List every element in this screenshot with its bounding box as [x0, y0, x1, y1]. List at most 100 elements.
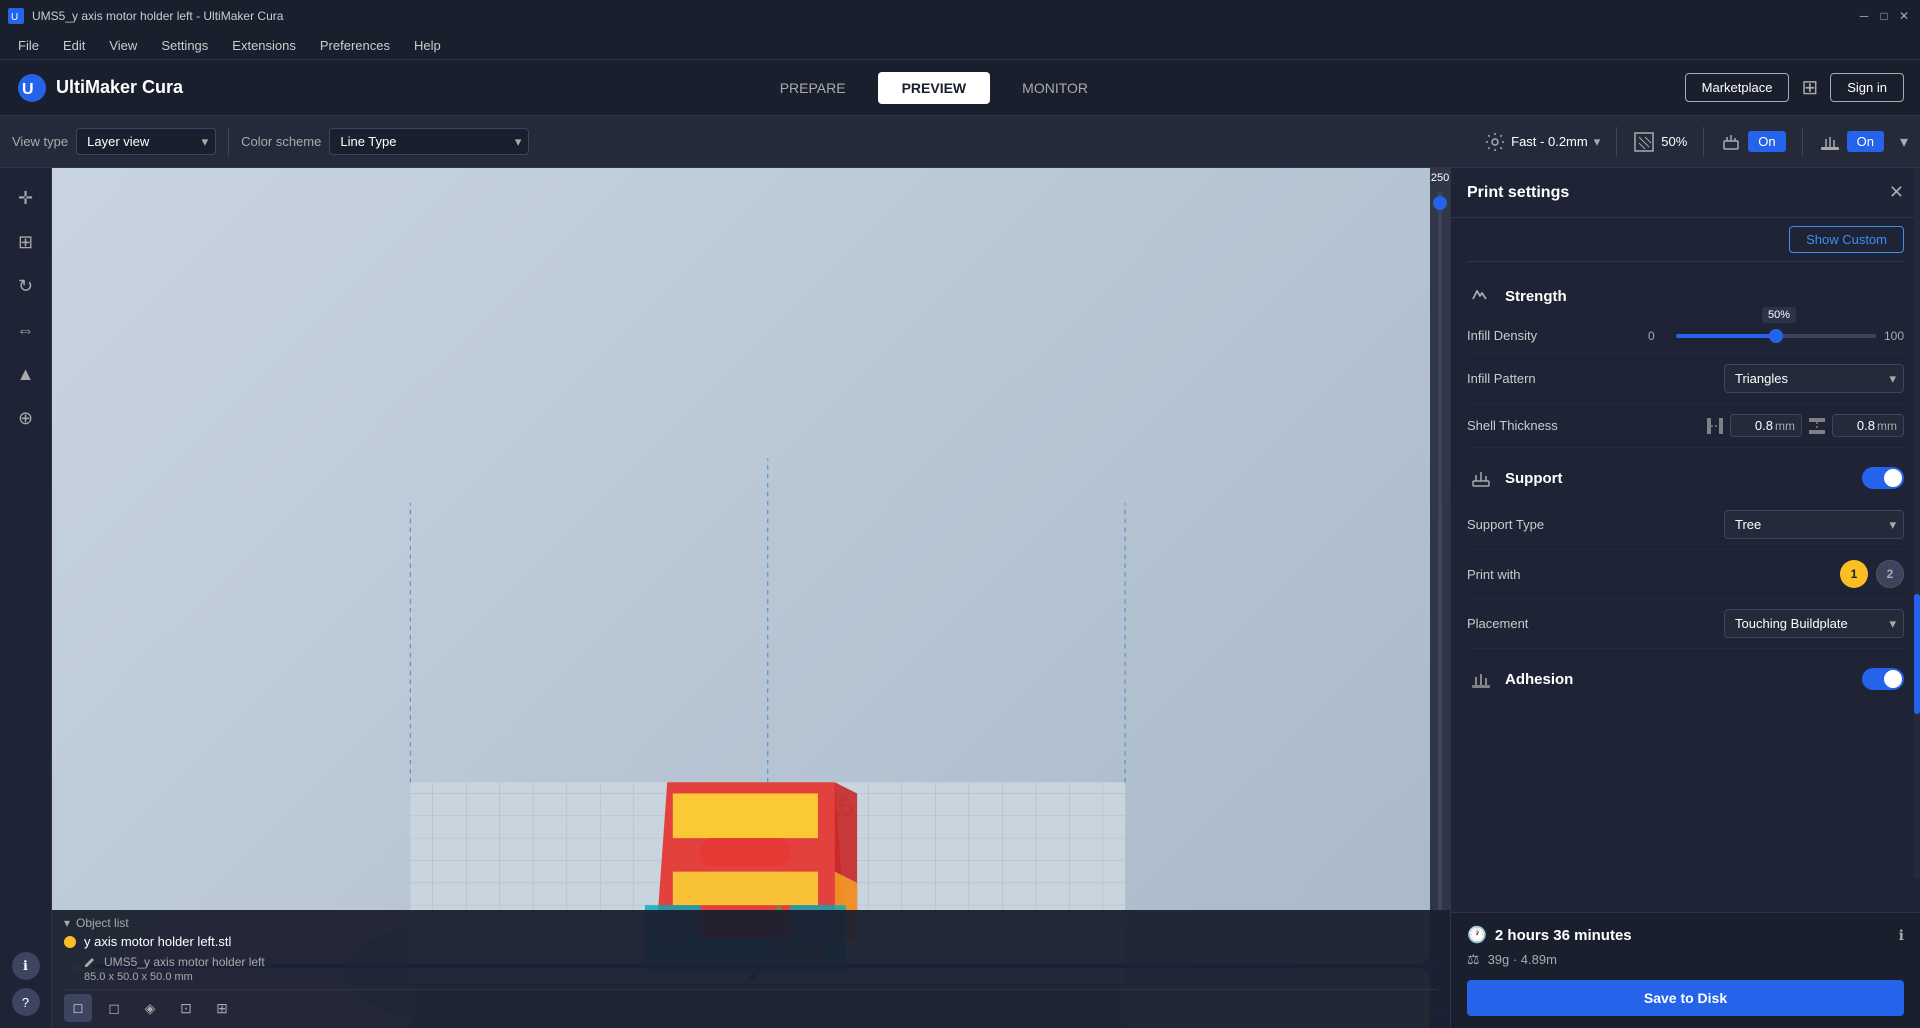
view-type-group: View type Layer view Solid view X-Ray vi…	[12, 128, 216, 155]
toolbar-expand-button[interactable]: ▾	[1900, 132, 1908, 152]
weight-text: 39g · 4.89m	[1488, 952, 1557, 967]
extruder-2-button[interactable]: 2	[1876, 560, 1904, 588]
infill-density-thumb[interactable]: 50%	[1769, 329, 1783, 343]
support-type-select[interactable]: Normal Tree	[1724, 510, 1904, 539]
weight-row: ⚖ 39g · 4.89m	[1467, 951, 1904, 968]
info-button[interactable]: ℹ	[12, 952, 40, 980]
view-solid-button[interactable]: □	[64, 994, 92, 1022]
wall-value-group: mm	[1730, 414, 1802, 437]
save-to-disk-button[interactable]: Save to Disk	[1467, 980, 1904, 1016]
show-custom-area: Show Custom	[1467, 218, 1904, 262]
view-layer-button[interactable]: ⊡	[172, 994, 200, 1022]
wall-thickness-input[interactable]	[1737, 418, 1773, 433]
support-section-title: Support	[1505, 470, 1563, 487]
object-dimensions: 85.0 x 50.0 x 50.0 mm	[84, 971, 1438, 983]
move-tool-button[interactable]: ✛	[8, 180, 44, 216]
support-toggle[interactable]	[1862, 467, 1904, 489]
view-wireframe-button[interactable]: ◻	[100, 994, 128, 1022]
adhesion-icon	[1467, 665, 1495, 693]
infill-percent: 50%	[1661, 134, 1687, 149]
scale-tool-button[interactable]: ⊞	[8, 224, 44, 260]
profile-selector[interactable]: Fast - 0.2mm ▾	[1485, 132, 1600, 152]
merge-tool-button[interactable]: ⊕	[8, 400, 44, 436]
profile-chevron-icon: ▾	[1594, 134, 1601, 150]
support-on-badge: On	[1748, 131, 1785, 152]
infill-pattern-select[interactable]: Grid Lines Triangles Tri Hexagon Cubic	[1724, 364, 1904, 393]
top-thickness-input[interactable]	[1839, 418, 1875, 433]
weight-icon: ⚖	[1467, 951, 1480, 968]
infill-density-label: Infill Density	[1467, 328, 1640, 343]
tab-preview[interactable]: PREVIEW	[878, 72, 991, 104]
top-value-group: mm	[1832, 414, 1904, 437]
rotate-tool-button[interactable]: ↻	[8, 268, 44, 304]
infill-density-min: 0	[1648, 329, 1668, 343]
view-support-button[interactable]: ⊞	[208, 994, 236, 1022]
print-with-label: Print with	[1467, 567, 1832, 582]
support-section: Support Support Type Normal Tree	[1467, 452, 1904, 649]
signin-button[interactable]: Sign in	[1830, 73, 1904, 102]
view-type-select[interactable]: Layer view Solid view X-Ray view	[76, 128, 216, 155]
infill-density-tooltip: 50%	[1762, 307, 1796, 323]
layer-slider[interactable]: 250	[1430, 168, 1450, 1028]
infill-item[interactable]: 50%	[1633, 131, 1687, 153]
color-scheme-select[interactable]: Line Type Speed Material Color	[329, 128, 529, 155]
object-sub: UMS5_y axis motor holder left	[64, 953, 1438, 971]
placement-select[interactable]: Everywhere Touching Buildplate	[1724, 609, 1904, 638]
window-title: UMS5_y axis motor holder left - UltiMake…	[32, 9, 283, 23]
infill-pattern-select-wrapper: Grid Lines Triangles Tri Hexagon Cubic	[1724, 364, 1904, 393]
menu-file[interactable]: File	[8, 36, 49, 55]
title-bar: U UMS5_y axis motor holder left - UltiMa…	[0, 0, 1920, 32]
help-button[interactable]: ?	[12, 988, 40, 1016]
edit-icon	[84, 956, 96, 968]
adhesion-item[interactable]: On	[1819, 131, 1884, 153]
object-list-label: Object list	[76, 916, 129, 930]
clock-icon: 🕐	[1467, 925, 1487, 945]
object-list-toggle[interactable]: ▾ Object list	[64, 916, 1438, 930]
menu-help[interactable]: Help	[404, 36, 451, 55]
menu-extensions[interactable]: Extensions	[222, 36, 306, 55]
apps-icon[interactable]: ⊞	[1801, 75, 1818, 100]
marketplace-button[interactable]: Marketplace	[1685, 73, 1790, 102]
strength-title: Strength	[1505, 288, 1567, 305]
toolbar: View type Layer view Solid view X-Ray vi…	[0, 116, 1920, 168]
minimize-button[interactable]: ─	[1856, 8, 1872, 24]
settings-icon	[1485, 132, 1505, 152]
infill-density-row: Infill Density 0 50% 100	[1467, 318, 1904, 354]
infill-density-slider[interactable]: 50%	[1676, 334, 1876, 338]
logo-text: UltiMaker Cura	[56, 77, 183, 98]
menu-edit[interactable]: Edit	[53, 36, 95, 55]
adhesion-on-badge: On	[1847, 131, 1884, 152]
svg-text:U: U	[22, 81, 34, 98]
support-section-icon	[1467, 464, 1495, 492]
strength-section: Strength Infill Density 0 50% 100	[1467, 270, 1904, 448]
panel-scrollbar[interactable]	[1914, 168, 1920, 878]
layer-track	[1438, 192, 1442, 1024]
object-item-1: y axis motor holder left.stl	[64, 930, 1438, 953]
support-tool-button[interactable]: ▲	[8, 356, 44, 392]
tab-monitor[interactable]: MONITOR	[998, 72, 1112, 104]
menu-bar: File Edit View Settings Extensions Prefe…	[0, 32, 1920, 60]
panel-scrollbar-thumb[interactable]	[1914, 594, 1920, 714]
support-item[interactable]: On	[1720, 131, 1785, 153]
panel-close-button[interactable]: ✕	[1889, 182, 1904, 203]
menu-preferences[interactable]: Preferences	[310, 36, 400, 55]
tab-prepare[interactable]: PREPARE	[756, 72, 870, 104]
nav-right: Marketplace ⊞ Sign in	[1685, 73, 1904, 102]
adhesion-toggle-thumb	[1884, 670, 1902, 688]
menu-view[interactable]: View	[99, 36, 147, 55]
profile-name: Fast - 0.2mm	[1511, 134, 1588, 149]
layer-top-thumb[interactable]	[1433, 196, 1447, 210]
viewport[interactable]: Ultimaker S5	[52, 168, 1450, 1028]
color-scheme-label: Color scheme	[241, 134, 321, 149]
print-settings-panel: Print settings ✕ Show Custom Strength	[1450, 168, 1920, 1028]
menu-settings[interactable]: Settings	[151, 36, 218, 55]
adhesion-toggle[interactable]	[1862, 668, 1904, 690]
maximize-button[interactable]: □	[1876, 8, 1892, 24]
time-info-button[interactable]: ℹ	[1899, 927, 1904, 944]
extruder-1-button[interactable]: 1	[1840, 560, 1868, 588]
close-button[interactable]: ✕	[1896, 8, 1912, 24]
toolbar-divider-4	[1802, 127, 1803, 157]
show-custom-button[interactable]: Show Custom	[1789, 226, 1904, 253]
mirror-tool-button[interactable]: ⇔	[8, 312, 44, 348]
view-xray-button[interactable]: ◈	[136, 994, 164, 1022]
